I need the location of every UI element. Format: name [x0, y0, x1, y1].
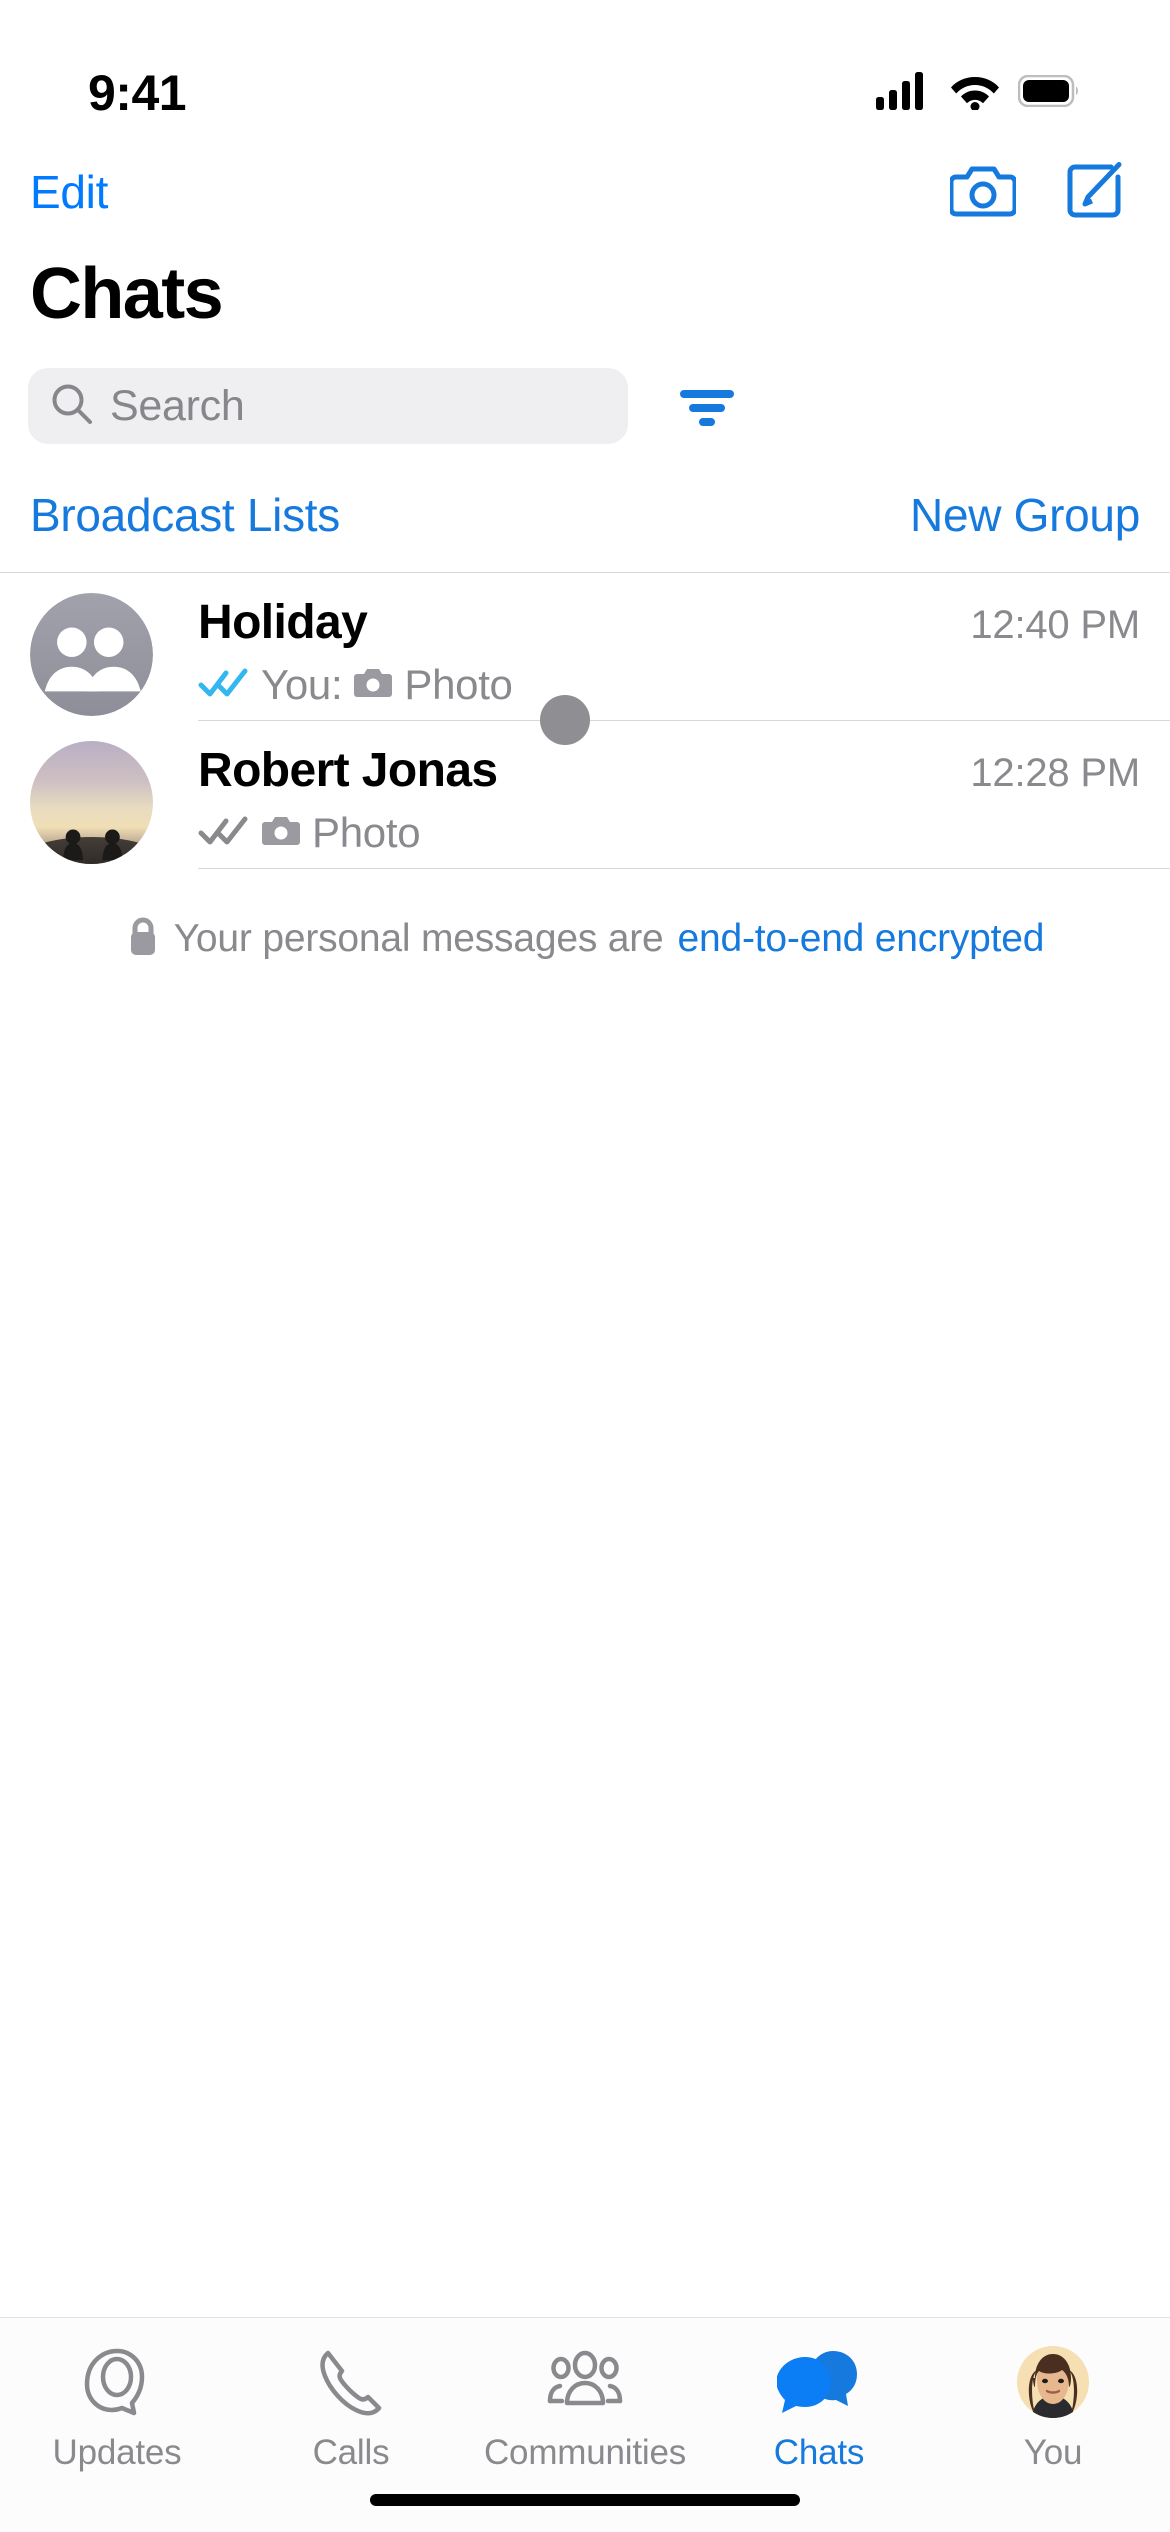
- page-title: Chats: [30, 254, 224, 334]
- camera-icon: [353, 666, 393, 705]
- chat-row-header: Robert Jonas 12:28 PM: [198, 743, 1140, 798]
- tab-label: Chats: [773, 2433, 865, 2472]
- row-separator: [198, 868, 1170, 870]
- broadcast-lists-button[interactable]: Broadcast Lists: [30, 488, 340, 542]
- cellular-signal-icon: [876, 71, 932, 115]
- tab-label: Communities: [483, 2433, 687, 2472]
- search-placeholder: Search: [110, 381, 245, 430]
- battery-icon: [1017, 74, 1080, 112]
- profile-avatar-icon: [1015, 2340, 1091, 2424]
- tab-chats[interactable]: Chats: [702, 2340, 936, 2473]
- encryption-notice: Your personal messages are end-to-end en…: [0, 869, 1170, 962]
- status-bar: 9:41: [0, 0, 1170, 150]
- sunset-photo-avatar[interactable]: [30, 741, 153, 865]
- home-indicator: [370, 2494, 800, 2506]
- communities-icon: [542, 2340, 628, 2424]
- chat-name: Robert Jonas: [198, 744, 498, 798]
- chat-preview: Photo: [198, 809, 1140, 857]
- chat-timestamp: 12:40 PM: [970, 603, 1140, 648]
- tab-communities[interactable]: Communities: [468, 2340, 702, 2473]
- search-row: Search: [0, 332, 1170, 445]
- group-placeholder-avatar[interactable]: [30, 593, 153, 717]
- table-row[interactable]: Holiday 12:40 PM You: Photo: [0, 573, 1170, 746]
- table-row[interactable]: Robert Jonas 12:28 PM Photo: [0, 721, 1170, 870]
- chat-row-content: Robert Jonas 12:28 PM Photo: [198, 739, 1140, 857]
- tab-label: You: [1023, 2433, 1083, 2472]
- filter-icon[interactable]: [672, 371, 742, 441]
- camera-icon: [261, 814, 301, 853]
- tab-updates[interactable]: Updates: [0, 2340, 234, 2473]
- encryption-text: Your personal messages are: [173, 916, 664, 960]
- chats-bubbles-icon: [777, 2340, 861, 2424]
- edit-button[interactable]: Edit: [30, 165, 108, 219]
- status-bar-time: 9:41: [88, 65, 187, 121]
- double-check-icon: [198, 666, 250, 705]
- wifi-icon: [949, 72, 1001, 115]
- chat-timestamp: 12:28 PM: [970, 751, 1140, 796]
- chat-name: Holiday: [198, 596, 368, 650]
- chat-preview: You: Photo: [198, 661, 1140, 709]
- tab-label: Updates: [52, 2433, 182, 2472]
- updates-icon: [78, 2340, 156, 2424]
- navigation-bar: Edit: [0, 150, 1170, 234]
- chat-snippet: Photo: [312, 809, 421, 857]
- status-bar-indicators: [876, 71, 1080, 115]
- new-group-button[interactable]: New Group: [910, 488, 1140, 542]
- chat-row-content: Holiday 12:40 PM You: Photo: [198, 591, 1140, 709]
- encryption-link[interactable]: end-to-end encrypted: [678, 917, 1045, 961]
- lock-icon: [126, 915, 160, 962]
- search-icon: [50, 382, 94, 431]
- double-check-icon: [198, 814, 250, 853]
- tab-label: Calls: [312, 2433, 390, 2472]
- nav-actions: [948, 159, 1126, 226]
- camera-icon[interactable]: [948, 161, 1018, 224]
- chat-row-header: Holiday 12:40 PM: [198, 595, 1140, 650]
- chat-snippet: Photo: [404, 661, 513, 709]
- tab-calls[interactable]: Calls: [234, 2340, 468, 2473]
- chat-list: Holiday 12:40 PM You: Photo Robert Jonas…: [0, 573, 1170, 870]
- search-input[interactable]: Search: [28, 368, 628, 445]
- tab-you[interactable]: You: [936, 2340, 1170, 2473]
- compose-icon[interactable]: [1064, 159, 1126, 226]
- phone-icon: [314, 2340, 388, 2424]
- chat-sender-prefix: You:: [261, 661, 343, 709]
- quick-actions-row: Broadcast Lists New Group: [0, 444, 1170, 574]
